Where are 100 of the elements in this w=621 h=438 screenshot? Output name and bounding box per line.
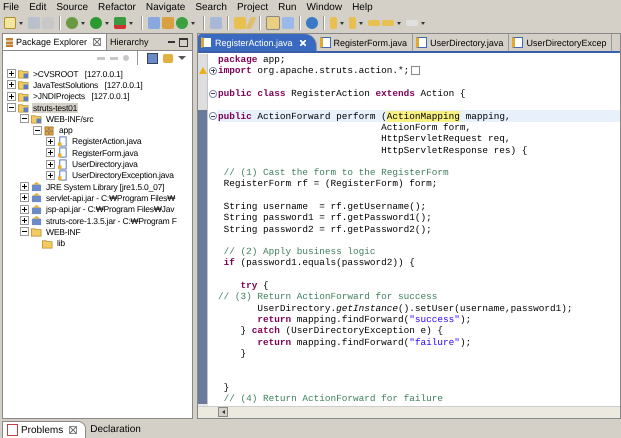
menu-item[interactable]: Help	[352, 2, 373, 12]
view-tab[interactable]: Declaration	[86, 421, 149, 438]
code-line: RegisterForm rf = (RegisterForm) form;	[222, 178, 438, 190]
view-tab[interactable]: Problems	[2, 421, 86, 438]
code-line: // (1) Cast the form to the RegisterForm	[222, 167, 449, 178]
editor-tab[interactable]: RegisterForm.java	[316, 34, 414, 51]
collapse-fold-icon[interactable]	[209, 112, 217, 120]
dropdown-arrow-icon[interactable]	[81, 22, 85, 24]
code-line: UserDirectory.getInstance().setUser(username,password1);	[256, 302, 572, 314]
dropdown-arrow-icon[interactable]	[105, 22, 109, 24]
java-file-icon	[416, 37, 428, 48]
dropdown-arrow-icon[interactable]	[397, 22, 401, 24]
jar-icon	[31, 215, 42, 226]
code-line: if (password1.equals(password2)) {	[222, 257, 415, 268]
java-file-icon	[201, 37, 212, 48]
dropdown-arrow-icon[interactable]	[340, 22, 344, 24]
jar-icon	[31, 204, 42, 215]
dropdown-arrow-icon[interactable]	[359, 22, 363, 24]
code-line: ActionForm form,	[380, 122, 472, 133]
code-line: }	[240, 348, 246, 359]
dropdown-arrow-icon[interactable]	[19, 22, 23, 24]
tree-item[interactable]: JavaTestSolutions [127.0.0.1]	[32, 80, 144, 90]
tree-item[interactable]: >CVSROOT [127.0.0.1]	[32, 68, 124, 79]
menu-item[interactable]: Refactor	[98, 2, 136, 12]
expand-toggle[interactable]	[7, 69, 16, 78]
tree-item[interactable]: jsp-api.jar - C:₩Program Files₩Jav	[45, 204, 176, 214]
editor-tab[interactable]: UserDirectoryExcep	[509, 34, 612, 51]
close-icon[interactable]	[300, 40, 306, 46]
menu-item[interactable]: File	[3, 2, 20, 12]
code-line: public ActionForward perform (ActionMapping mapping,	[218, 110, 511, 122]
expand-toggle[interactable]	[20, 227, 29, 236]
java-file-icon	[57, 147, 68, 158]
editor-tab[interactable]: UserDirectory.java	[413, 34, 510, 51]
source-folder-icon	[31, 113, 42, 124]
expand-toggle[interactable]	[20, 204, 29, 214]
project-folder-icon	[18, 79, 29, 90]
expand-fold-icon[interactable]	[209, 66, 217, 75]
expand-toggle[interactable]	[20, 182, 29, 192]
collapse-fold-icon[interactable]	[209, 90, 217, 98]
tree-item[interactable]: WEB-INF/src	[45, 114, 94, 124]
close-icon[interactable]	[69, 426, 78, 434]
menu-item[interactable]: Navigate	[146, 2, 186, 12]
tree-item[interactable]: >JNDIProjects [127.0.0.1]	[32, 91, 130, 102]
expand-toggle[interactable]	[20, 114, 29, 124]
tree-item[interactable]: WEB-INF	[45, 226, 82, 237]
code-line: String password1 = rf.getPassword1();	[222, 212, 432, 224]
maximize-icon[interactable]	[179, 38, 188, 46]
tree-item[interactable]: UserDirectoryException.java	[71, 170, 175, 180]
code-line: // (3) Return ActionForward for success	[218, 291, 438, 302]
view-menu-icon[interactable]	[178, 56, 186, 60]
menu-item[interactable]: Project	[237, 2, 268, 12]
expand-toggle[interactable]	[7, 80, 16, 90]
problems-icon	[7, 424, 18, 436]
folded-code-icon[interactable]	[411, 66, 420, 76]
menu-item[interactable]: Window	[306, 2, 342, 12]
code-line: public class RegisterAction extends Action {	[218, 88, 466, 100]
expand-toggle[interactable]	[46, 170, 55, 180]
editor-tab[interactable]: RegisterAction.java	[198, 34, 317, 51]
folder-icon	[31, 226, 42, 238]
expand-toggle[interactable]	[46, 136, 55, 146]
dropdown-arrow-icon[interactable]	[191, 22, 195, 24]
package-icon	[44, 124, 55, 136]
menu-item[interactable]: Search	[195, 2, 227, 12]
java-file-icon	[57, 170, 68, 181]
tree-item[interactable]: RegisterForm.java	[71, 148, 140, 158]
menu-item[interactable]: Source	[56, 2, 88, 12]
expand-toggle[interactable]	[20, 216, 29, 225]
tree-item[interactable]: JRE System Library [jre1.5.0_07]	[45, 182, 166, 192]
tree-item[interactable]: app	[58, 125, 74, 136]
view-tab[interactable]: Package Explorer	[3, 34, 108, 50]
code-line: HttpServletRequest req,	[380, 133, 511, 144]
dropdown-arrow-icon[interactable]	[129, 22, 133, 24]
project-folder-icon	[18, 68, 29, 80]
tree-item[interactable]: servlet-api.jar - C:₩Program Files₩	[45, 192, 176, 203]
expand-toggle[interactable]	[33, 126, 42, 135]
expand-toggle[interactable]	[20, 193, 29, 202]
tree-item[interactable]: struts-test01	[32, 102, 78, 113]
java-file-icon	[512, 37, 524, 48]
menu-item[interactable]: Edit	[29, 2, 46, 12]
code-line: try {	[240, 280, 269, 292]
java-file-icon	[57, 136, 68, 147]
java-file-icon	[320, 37, 331, 48]
scroll-left-button[interactable]	[218, 407, 228, 417]
code-line: // (4) Return ActionForward for failure	[222, 393, 444, 404]
expand-toggle[interactable]	[46, 160, 55, 169]
view-tab[interactable]: Hierarchy	[107, 34, 154, 50]
expand-toggle[interactable]	[7, 92, 16, 101]
project-folder-icon	[18, 102, 29, 114]
menu-item[interactable]: Run	[278, 2, 296, 12]
close-icon[interactable]	[93, 38, 102, 46]
code-line: String password2 = rf.getPassword2();	[222, 224, 432, 235]
expand-toggle[interactable]	[46, 148, 55, 158]
code-line: return mapping.findForward("failure");	[256, 336, 472, 348]
tree-item[interactable]: lib	[56, 238, 66, 248]
dropdown-arrow-icon[interactable]	[421, 22, 425, 24]
tree-item[interactable]: struts-core-1.3.5.jar - C:₩Program F	[45, 216, 178, 226]
folder-icon	[42, 238, 53, 249]
tree-item[interactable]: UserDirectory.java	[71, 159, 139, 170]
expand-toggle[interactable]	[7, 103, 16, 112]
tree-item[interactable]: RegisterAction.java	[71, 136, 142, 146]
